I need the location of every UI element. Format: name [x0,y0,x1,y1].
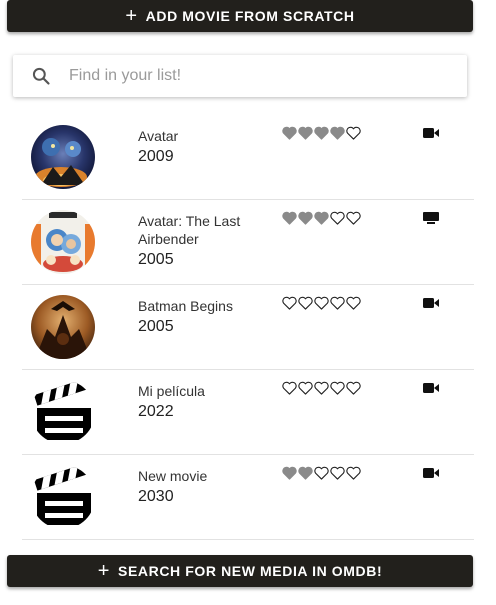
media-year: 2005 [138,251,174,268]
heart-outline-icon[interactable] [346,381,361,395]
search-icon [32,67,50,85]
heart-outline-icon[interactable] [346,211,361,225]
search-bar [13,55,467,97]
plus-icon: + [97,560,111,582]
avatar-poster [31,125,95,189]
rating-hearts[interactable] [282,381,361,395]
heart-outline-icon[interactable] [314,381,329,395]
movie-camera-icon [423,298,439,308]
heart-filled-icon[interactable] [282,126,297,140]
heart-filled-icon[interactable] [282,466,297,480]
media-year: 2005 [138,318,174,335]
heart-outline-icon[interactable] [282,296,297,310]
list-item[interactable]: Avatar: The Last Airbender 2005 [22,200,474,285]
heart-outline-icon[interactable] [298,381,313,395]
media-list: Avatar 2009 Avatar: The Last Airbender 2… [22,115,474,540]
heart-filled-icon[interactable] [298,466,313,480]
media-year: 2030 [138,488,174,505]
heart-outline-icon[interactable] [330,381,345,395]
tv-icon [423,212,439,224]
plus-icon: + [125,5,138,27]
heart-outline-icon[interactable] [314,466,329,480]
clapperboard-icon [31,380,95,444]
movie-camera-icon [423,468,439,478]
media-title: Avatar [138,128,179,144]
heart-outline-icon[interactable] [346,126,361,140]
rating-hearts[interactable] [282,211,361,225]
search-omdb-button-label: SEARCH FOR NEW MEDIA IN OMDB! [118,563,383,579]
airbender-poster [31,210,95,274]
rating-hearts[interactable] [282,466,361,480]
clapperboard-icon [31,465,95,529]
media-title: Batman Begins [138,298,233,314]
heart-outline-icon[interactable] [346,466,361,480]
media-title: Mi película [138,383,205,399]
heart-outline-icon[interactable] [314,296,329,310]
media-year: 2009 [138,148,174,165]
heart-filled-icon[interactable] [298,126,313,140]
media-title: Avatar: The Last Airbender [138,213,241,247]
heart-filled-icon[interactable] [330,126,345,140]
add-movie-from-scratch-button[interactable]: + ADD MOVIE FROM SCRATCH [7,0,473,32]
heart-outline-icon[interactable] [346,296,361,310]
heart-filled-icon[interactable] [314,126,329,140]
list-item[interactable]: Avatar 2009 [22,115,474,200]
media-title: New movie [138,468,208,484]
heart-filled-icon[interactable] [314,211,329,225]
add-movie-button-label: ADD MOVIE FROM SCRATCH [145,8,355,24]
batman-poster [31,295,95,359]
search-input[interactable] [69,67,429,85]
movie-camera-icon [423,128,439,138]
list-item[interactable]: Batman Begins 2005 [22,285,474,370]
media-year: 2022 [138,403,174,420]
heart-outline-icon[interactable] [298,296,313,310]
rating-hearts[interactable] [282,296,361,310]
heart-filled-icon[interactable] [282,211,297,225]
heart-outline-icon[interactable] [282,381,297,395]
heart-outline-icon[interactable] [330,296,345,310]
heart-filled-icon[interactable] [298,211,313,225]
search-omdb-button[interactable]: + SEARCH FOR NEW MEDIA IN OMDB! [7,555,473,587]
list-item[interactable]: New movie 2030 [22,455,474,540]
list-item[interactable]: Mi película 2022 [22,370,474,455]
rating-hearts[interactable] [282,126,361,140]
heart-outline-icon[interactable] [330,211,345,225]
heart-outline-icon[interactable] [330,466,345,480]
movie-camera-icon [423,383,439,393]
